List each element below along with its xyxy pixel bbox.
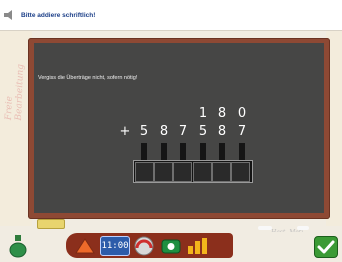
- addend-digit-4: 5: [198, 124, 208, 139]
- carry-digit-1: 1: [198, 106, 208, 121]
- answer-box-6[interactable]: [231, 162, 250, 182]
- camera-icon[interactable]: [160, 236, 182, 256]
- addend-digit-2: 8: [159, 124, 169, 139]
- answer-box-4[interactable]: [193, 162, 212, 182]
- handwriting-left: Freie Bearbeitung: [4, 63, 26, 121]
- check-button[interactable]: [314, 236, 338, 258]
- answer-box-1[interactable]: [135, 162, 154, 182]
- page-title: Bitte addiere schriftlich!: [21, 12, 96, 19]
- chalk-piece: [258, 226, 272, 230]
- answer-box-5[interactable]: [212, 162, 231, 182]
- chalk-piece: [297, 226, 309, 230]
- addend-digit-1: 5: [139, 124, 149, 139]
- clock-display: 11:00: [101, 241, 129, 251]
- gauge-icon[interactable]: [133, 235, 155, 257]
- addend-digit-6: 7: [237, 124, 247, 139]
- triangle-icon[interactable]: [73, 236, 97, 256]
- carry-digit-3: 0: [237, 106, 247, 121]
- speaker-icon[interactable]: [3, 8, 17, 22]
- plus-sign: +: [119, 124, 131, 139]
- check-icon: [317, 240, 335, 254]
- addend-digit-5: 8: [217, 124, 227, 139]
- addend-digit-3: 7: [178, 124, 188, 139]
- chart-icon[interactable]: [186, 236, 212, 256]
- clock-icon[interactable]: 11:00: [100, 236, 130, 256]
- window-header: Bitte addiere schriftlich!: [0, 0, 342, 31]
- answer-box-3[interactable]: [173, 162, 192, 182]
- bottle-icon[interactable]: [8, 234, 28, 258]
- carry-digit-2: 8: [217, 106, 227, 121]
- instruction-text: Vergiss die Überträge nicht, sofern nöti…: [38, 75, 138, 81]
- answer-box-2[interactable]: [154, 162, 173, 182]
- sponge: [37, 219, 65, 229]
